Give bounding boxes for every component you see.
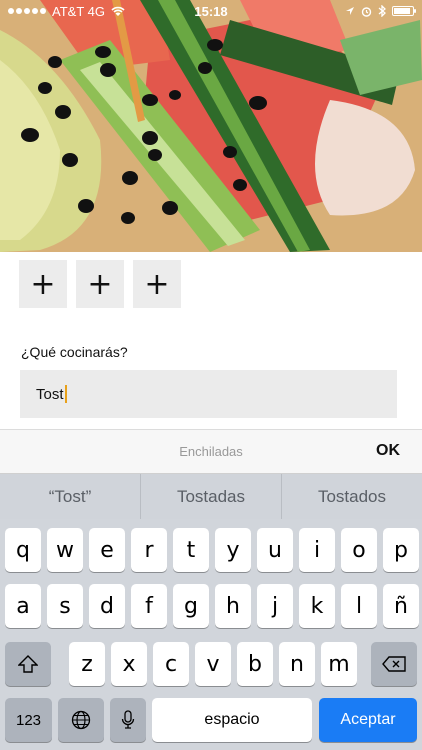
key-c[interactable]: c bbox=[153, 642, 189, 686]
key-h[interactable]: h bbox=[215, 584, 251, 628]
ok-button[interactable]: OK bbox=[376, 442, 400, 460]
key-u[interactable]: u bbox=[257, 528, 293, 572]
space-key[interactable]: espacio bbox=[152, 698, 312, 742]
key-t[interactable]: t bbox=[173, 528, 209, 572]
key-d[interactable]: d bbox=[89, 584, 125, 628]
key-z[interactable]: z bbox=[69, 642, 105, 686]
screen: AT&T 4G 15:18 + + + ¿Qué cocinarás? Tost… bbox=[0, 0, 422, 750]
add-photo-button-2[interactable]: + bbox=[76, 260, 124, 308]
prediction-literal[interactable]: “Tost” bbox=[0, 474, 140, 519]
key-g[interactable]: g bbox=[173, 584, 209, 628]
key-row-4: 123 espacio Aceptar bbox=[0, 698, 422, 744]
key-w[interactable]: w bbox=[47, 528, 83, 572]
dish-prompt-label: ¿Qué cocinarás? bbox=[21, 344, 128, 360]
key-o[interactable]: o bbox=[341, 528, 377, 572]
predictive-bar: “Tost” Tostadas Tostados bbox=[0, 474, 422, 519]
accept-key[interactable]: Aceptar bbox=[319, 698, 417, 742]
add-photo-row: + + + bbox=[19, 260, 181, 308]
keyboard: “Tost” Tostadas Tostados qwertyuiop asdf… bbox=[0, 474, 422, 750]
key-k[interactable]: k bbox=[299, 584, 335, 628]
delete-key[interactable] bbox=[371, 642, 417, 686]
dish-name-value: Tost bbox=[36, 385, 64, 403]
key-v[interactable]: v bbox=[195, 642, 231, 686]
prediction-tostadas[interactable]: Tostadas bbox=[140, 474, 281, 519]
key-ñ[interactable]: ñ bbox=[383, 584, 419, 628]
key-l[interactable]: l bbox=[341, 584, 377, 628]
key-row-2: asdfghjklñ bbox=[0, 584, 422, 630]
dictation-key[interactable] bbox=[110, 698, 146, 742]
key-y[interactable]: y bbox=[215, 528, 251, 572]
key-r[interactable]: r bbox=[131, 528, 167, 572]
hero-photo bbox=[0, 0, 422, 252]
key-s[interactable]: s bbox=[47, 584, 83, 628]
key-n[interactable]: n bbox=[279, 642, 315, 686]
status-bar: AT&T 4G 15:18 bbox=[0, 0, 422, 22]
key-e[interactable]: e bbox=[89, 528, 125, 572]
key-a[interactable]: a bbox=[5, 584, 41, 628]
globe-icon bbox=[71, 710, 91, 730]
autocomplete-suggestion[interactable]: Enchiladas bbox=[0, 444, 422, 459]
text-caret bbox=[64, 385, 67, 403]
clock: 15:18 bbox=[194, 4, 228, 19]
add-photo-button-3[interactable]: + bbox=[133, 260, 181, 308]
key-row-3: zxcvbnm bbox=[0, 642, 422, 688]
key-q[interactable]: q bbox=[5, 528, 41, 572]
key-j[interactable]: j bbox=[257, 584, 293, 628]
dish-name-input[interactable]: Tost bbox=[20, 370, 397, 418]
key-m[interactable]: m bbox=[321, 642, 357, 686]
autocomplete-bar: Enchiladas OK bbox=[0, 429, 422, 474]
key-p[interactable]: p bbox=[383, 528, 419, 572]
key-f[interactable]: f bbox=[131, 584, 167, 628]
food-photo-art bbox=[0, 0, 422, 252]
globe-key[interactable] bbox=[58, 698, 104, 742]
key-i[interactable]: i bbox=[299, 528, 335, 572]
shift-key[interactable] bbox=[5, 642, 51, 686]
key-b[interactable]: b bbox=[237, 642, 273, 686]
microphone-icon bbox=[121, 710, 135, 729]
shift-icon bbox=[18, 655, 38, 673]
key-row-1: qwertyuiop bbox=[0, 528, 422, 574]
prediction-tostados[interactable]: Tostados bbox=[281, 474, 422, 519]
delete-icon bbox=[382, 656, 406, 672]
add-photo-button-1[interactable]: + bbox=[19, 260, 67, 308]
key-x[interactable]: x bbox=[111, 642, 147, 686]
numbers-key[interactable]: 123 bbox=[5, 698, 52, 742]
battery-icon bbox=[392, 6, 416, 16]
